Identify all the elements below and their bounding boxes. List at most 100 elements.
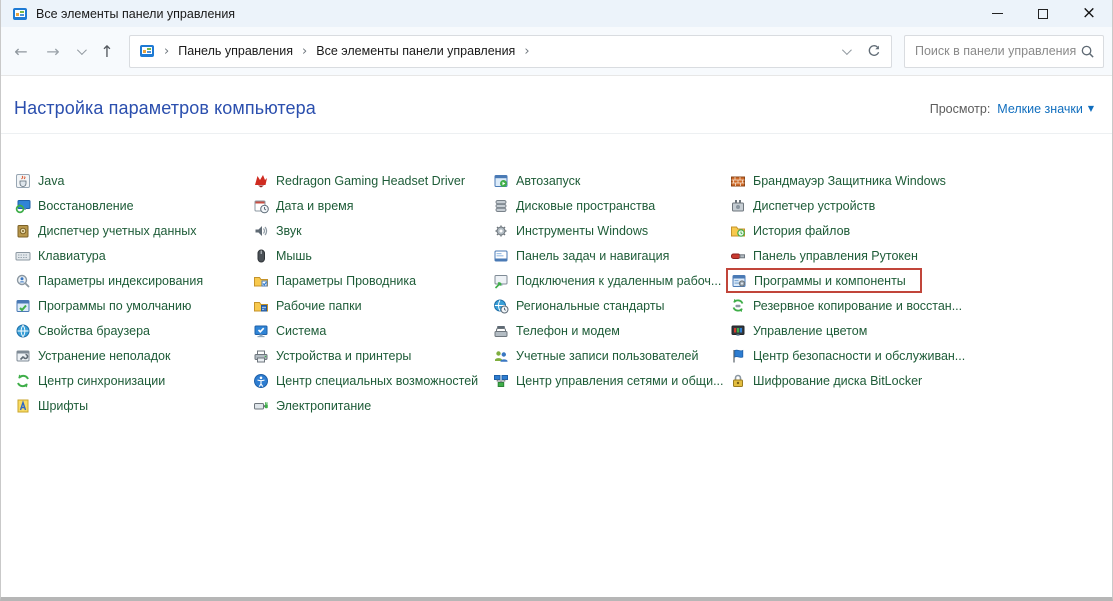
item-label: История файлов bbox=[753, 224, 850, 238]
item-label: Панель управления Рутокен bbox=[753, 249, 918, 263]
control-panel-item[interactable]: Программы по умолчанию bbox=[15, 293, 253, 318]
control-panel-item[interactable]: Инструменты Windows bbox=[493, 218, 730, 243]
breadcrumb-item-control-panel[interactable]: Панель управления bbox=[178, 44, 293, 58]
control-panel-item[interactable]: Шифрование диска BitLocker bbox=[730, 368, 1090, 393]
taskbar-icon bbox=[493, 248, 509, 264]
search-icon bbox=[1080, 44, 1095, 59]
breadcrumb-separator: › bbox=[522, 44, 531, 59]
titlebar: Все элементы панели управления × bbox=[1, 0, 1112, 27]
rutoken-icon bbox=[730, 248, 746, 264]
user-accounts-icon bbox=[493, 348, 509, 364]
item-label: Устранение неполадок bbox=[38, 349, 170, 363]
item-label: Клавиатура bbox=[38, 249, 106, 263]
device-manager-icon bbox=[730, 198, 746, 214]
breadcrumb-separator: › bbox=[300, 44, 309, 59]
control-panel-item[interactable]: Параметры индексирования bbox=[15, 268, 253, 293]
firewall-icon bbox=[730, 173, 746, 189]
grid-column-1: Java Восстановление Диспетчер учетных данн… bbox=[15, 168, 253, 418]
item-label: Мышь bbox=[276, 249, 312, 263]
item-label: Программы и компоненты bbox=[754, 274, 906, 288]
control-panel-item[interactable]: Телефон и модем bbox=[493, 318, 730, 343]
item-label: Панель задач и навигация bbox=[516, 249, 669, 263]
search-box[interactable] bbox=[904, 35, 1104, 68]
control-panel-item[interactable]: Дисковые пространства bbox=[493, 193, 730, 218]
control-panel-item[interactable]: Дата и время bbox=[253, 193, 493, 218]
refresh-icon[interactable] bbox=[866, 43, 882, 59]
control-panel-item[interactable]: Redragon Gaming Headset Driver bbox=[253, 168, 493, 193]
control-panel-item[interactable]: Клавиатура bbox=[15, 243, 253, 268]
phone-modem-icon bbox=[493, 323, 509, 339]
item-label: Диспетчер устройств bbox=[753, 199, 875, 213]
item-label: Восстановление bbox=[38, 199, 134, 213]
control-panel-item[interactable]: Java bbox=[15, 168, 253, 193]
item-label: Центр безопасности и обслуживан... bbox=[753, 349, 965, 363]
control-panel-item[interactable]: Звук bbox=[253, 218, 493, 243]
control-panel-item[interactable]: Управление цветом bbox=[730, 318, 1090, 343]
control-panel-item[interactable]: Автозапуск bbox=[493, 168, 730, 193]
control-panel-item[interactable]: Региональные стандарты bbox=[493, 293, 730, 318]
address-dropdown-icon[interactable] bbox=[842, 45, 852, 55]
grid-column-4: Брандмауэр Защитника Windows Диспетчер ус… bbox=[730, 168, 1090, 393]
back-button[interactable]: ← bbox=[7, 37, 35, 65]
address-bar[interactable]: › Панель управления › Все элементы панел… bbox=[129, 35, 892, 68]
sync-center-icon bbox=[15, 373, 31, 389]
control-panel-item[interactable]: Устранение неполадок bbox=[15, 343, 253, 368]
maximize-button[interactable] bbox=[1020, 0, 1066, 27]
item-label: Резервное копирование и восстан... bbox=[753, 299, 962, 313]
grid-column-2: Redragon Gaming Headset DriverДата и вре… bbox=[253, 168, 493, 418]
breadcrumb-item-all-items[interactable]: Все элементы панели управления bbox=[316, 44, 515, 58]
indexing-options-icon bbox=[15, 273, 31, 289]
control-panel-item[interactable]: История файлов bbox=[730, 218, 1090, 243]
control-panel-item[interactable]: Электропитание bbox=[253, 393, 493, 418]
view-mode-dropdown[interactable]: Мелкие значки ▼ bbox=[997, 102, 1094, 116]
forward-icon: → bbox=[46, 42, 59, 61]
item-label: Параметры Проводника bbox=[276, 274, 416, 288]
item-label: Устройства и принтеры bbox=[276, 349, 411, 363]
control-panel-item[interactable]: Центр безопасности и обслуживан... bbox=[730, 343, 1090, 368]
up-button[interactable]: ↑ bbox=[93, 37, 121, 65]
recovery-icon bbox=[15, 198, 31, 214]
control-panel-item[interactable]: Шрифты bbox=[15, 393, 253, 418]
item-label: Электропитание bbox=[276, 399, 371, 413]
work-folders-icon bbox=[253, 298, 269, 314]
close-button[interactable]: × bbox=[1066, 0, 1112, 27]
item-label: Центр управления сетями и общи... bbox=[516, 374, 723, 388]
search-input[interactable] bbox=[915, 44, 1080, 58]
credential-manager-icon bbox=[15, 223, 31, 239]
control-panel-item[interactable]: Устройства и принтеры bbox=[253, 343, 493, 368]
mouse-icon bbox=[253, 248, 269, 264]
control-panel-item[interactable]: Свойства браузера bbox=[15, 318, 253, 343]
recent-locations-button[interactable] bbox=[71, 37, 89, 65]
control-panel-item[interactable]: Рабочие папки bbox=[253, 293, 493, 318]
control-panel-item[interactable]: Панель управления Рутокен bbox=[730, 243, 1090, 268]
control-panel-item[interactable]: Резервное копирование и восстан... bbox=[730, 293, 1090, 318]
view-label: Просмотр: bbox=[930, 102, 991, 116]
item-label: Центр синхронизации bbox=[38, 374, 165, 388]
control-panel-item[interactable]: Параметры Проводника bbox=[253, 268, 493, 293]
sound-icon bbox=[253, 223, 269, 239]
control-panel-item[interactable]: Центр синхронизации bbox=[15, 368, 253, 393]
control-panel-item[interactable]: Программы и компоненты bbox=[726, 268, 922, 293]
control-panel-item[interactable]: Панель задач и навигация bbox=[493, 243, 730, 268]
control-panel-icon bbox=[139, 43, 155, 59]
control-panel-item[interactable]: Центр управления сетями и общи... bbox=[493, 368, 730, 393]
forward-button[interactable]: → bbox=[39, 37, 67, 65]
item-label: Брандмауэр Защитника Windows bbox=[753, 174, 946, 188]
control-panel-item[interactable]: Мышь bbox=[253, 243, 493, 268]
item-label: Свойства браузера bbox=[38, 324, 150, 338]
control-panel-item[interactable]: Система bbox=[253, 318, 493, 343]
network-center-icon bbox=[493, 373, 509, 389]
autoplay-icon bbox=[493, 173, 509, 189]
control-panel-item[interactable]: Восстановление bbox=[15, 193, 253, 218]
file-history-icon bbox=[730, 223, 746, 239]
control-panel-item[interactable]: Диспетчер устройств bbox=[730, 193, 1090, 218]
java-icon bbox=[15, 173, 31, 189]
control-panel-item[interactable]: Диспетчер учетных данных bbox=[15, 218, 253, 243]
control-panel-item[interactable]: Учетные записи пользователей bbox=[493, 343, 730, 368]
keyboard-icon bbox=[15, 248, 31, 264]
control-panel-item[interactable]: Брандмауэр Защитника Windows bbox=[730, 168, 1090, 193]
control-panel-item[interactable]: Подключения к удаленным рабоч... bbox=[493, 268, 730, 293]
minimize-button[interactable] bbox=[974, 0, 1020, 27]
control-panel-item[interactable]: Центр специальных возможностей bbox=[253, 368, 493, 393]
item-label: Диспетчер учетных данных bbox=[38, 224, 197, 238]
